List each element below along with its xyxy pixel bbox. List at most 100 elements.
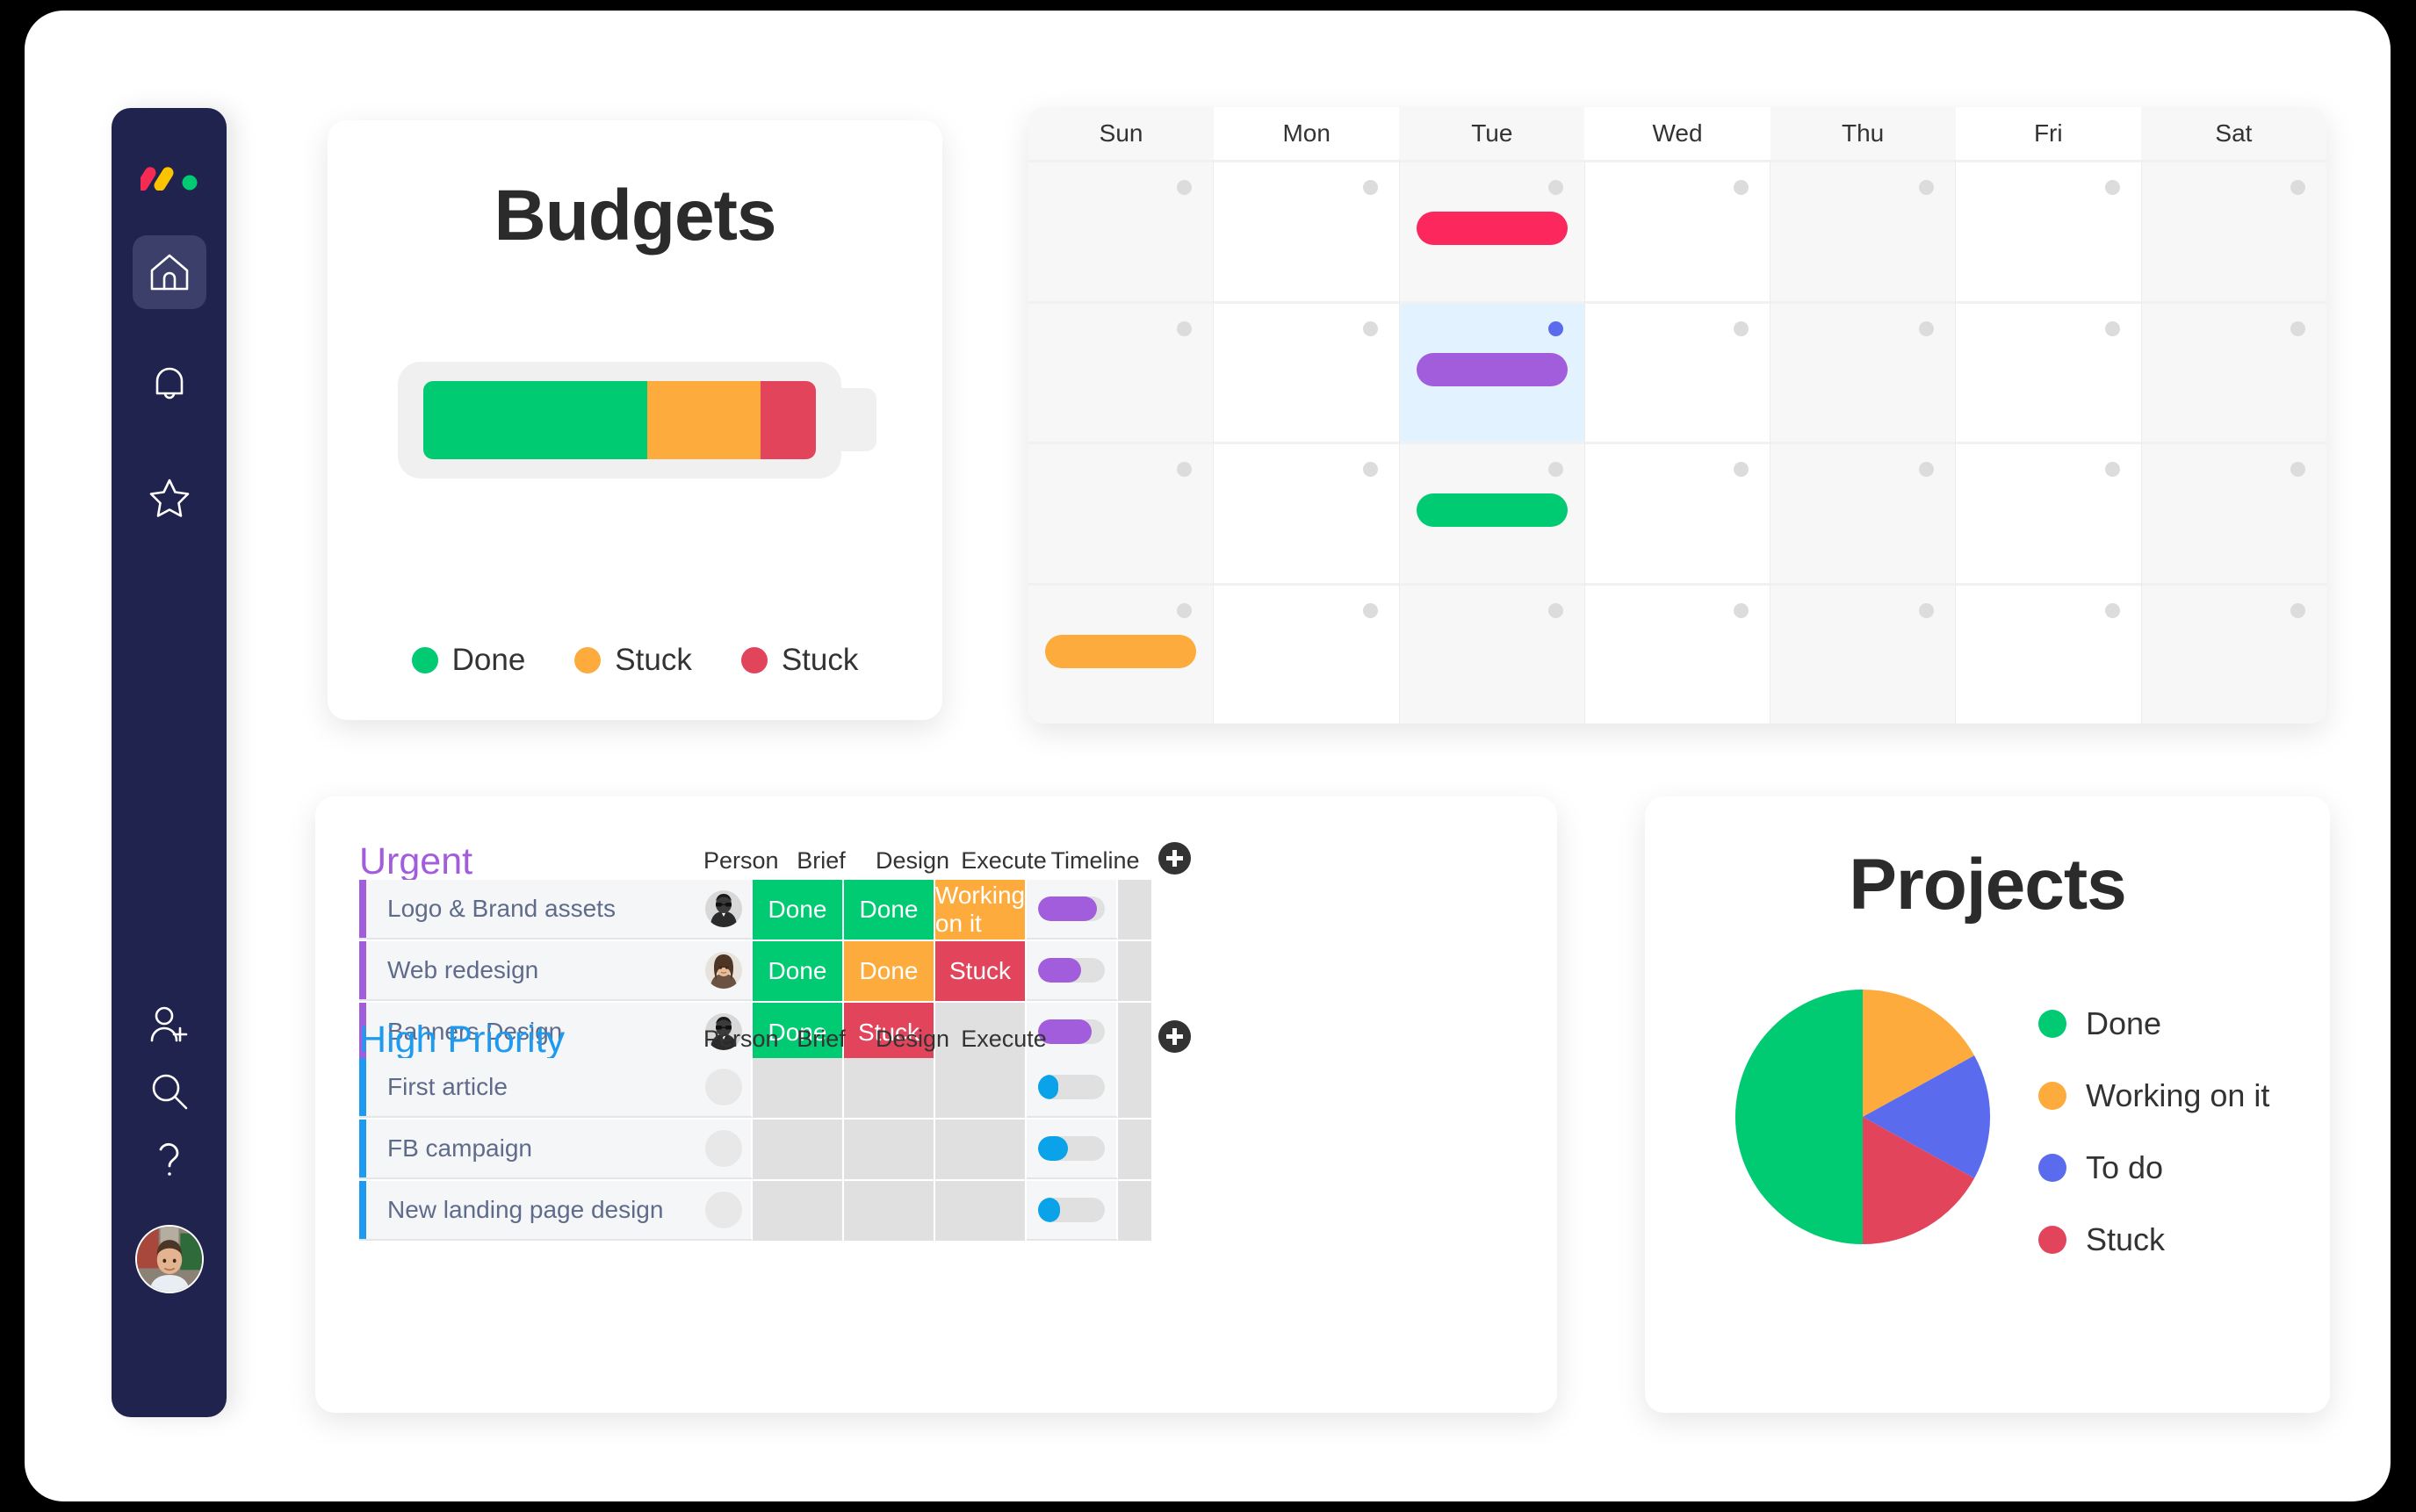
status-cell-brief[interactable] [753, 1120, 844, 1179]
avatar-placeholder [705, 1069, 742, 1105]
calendar-date-dot [1734, 462, 1749, 477]
person-cell[interactable] [696, 1058, 753, 1118]
calendar-cell-fri-3[interactable] [1956, 582, 2141, 724]
row-name-label: Logo & Brand assets [387, 895, 616, 922]
calendar-cell-fri-0[interactable] [1956, 160, 2141, 301]
calendar-cell-wed-2[interactable] [1584, 442, 1771, 583]
calendar-cell-mon-1[interactable] [1214, 300, 1399, 442]
row-name-cell[interactable]: Web redesign [359, 941, 696, 1001]
status-cell-design[interactable]: Done [844, 880, 935, 940]
add-column-button[interactable] [1158, 842, 1191, 875]
calendar-cell-mon-2[interactable] [1214, 442, 1399, 583]
status-cell-design[interactable] [844, 1181, 935, 1241]
timeline-cell[interactable] [1027, 1058, 1118, 1118]
legend-label: Working on it [2086, 1077, 2270, 1113]
status-cell-design[interactable] [844, 1058, 935, 1118]
legend-label: Done [451, 643, 526, 677]
calendar-cell-thu-2[interactable] [1771, 442, 1956, 583]
sidebar-item-notifications[interactable] [133, 348, 206, 421]
sidebar-item-help[interactable] [133, 1121, 206, 1195]
timeline-cell[interactable] [1027, 880, 1118, 940]
column-header-execute: Execute [961, 847, 1047, 874]
table-row [696, 1181, 1153, 1241]
calendar-cell-thu-3[interactable] [1771, 582, 1956, 724]
calendar-event-bar-event-green[interactable] [1416, 493, 1568, 527]
projects-pie-chart [1734, 989, 1991, 1245]
calendar-cell-thu-1[interactable] [1771, 300, 1956, 442]
sidebar-item-favorites[interactable] [133, 460, 206, 534]
row-accent-bar [359, 880, 366, 938]
calendar-day-header-mon: Mon [1282, 119, 1331, 147]
calendar-cell-mon-3[interactable] [1214, 582, 1399, 724]
calendar-cell-sun-1[interactable] [1028, 300, 1214, 442]
calendar-cell-fri-1[interactable] [1956, 300, 2141, 442]
calendar-event-bar-event-purple[interactable] [1416, 352, 1568, 386]
monday-logo[interactable] [140, 161, 198, 191]
calendar-cell-tue-3[interactable] [1399, 582, 1584, 724]
row-tail-cell [1118, 1003, 1153, 1062]
calendar-cell-tue-2[interactable] [1399, 442, 1584, 583]
add-column-button[interactable] [1158, 1020, 1191, 1053]
calendar-cell-sat-3[interactable] [2141, 582, 2326, 724]
budgets-legend-item-2: Stuck [740, 643, 858, 678]
calendar-cell-tue-1[interactable] [1399, 300, 1584, 442]
calendar-cell-wed-0[interactable] [1584, 160, 1771, 301]
person-cell[interactable] [696, 1120, 753, 1179]
person-cell[interactable] [696, 880, 753, 940]
calendar-cell-mon-0[interactable] [1214, 160, 1399, 301]
table-row [696, 1058, 1153, 1118]
calendar-day-header-sat: Sat [2140, 107, 2326, 160]
row-tail-cell [1118, 941, 1153, 1001]
calendar-cell-wed-1[interactable] [1584, 300, 1771, 442]
row-name-cell[interactable]: New landing page design [359, 1181, 696, 1241]
person-cell[interactable] [696, 941, 753, 1001]
legend-dot-icon [2038, 1154, 2066, 1182]
calendar-date-dot [1362, 462, 1378, 477]
calendar-event-bar-event-pink[interactable] [1416, 212, 1568, 245]
calendar-cell-sun-3[interactable] [1028, 582, 1214, 724]
status-cell-execute[interactable] [935, 1120, 1027, 1179]
avatar[interactable] [134, 1225, 204, 1293]
search-icon [152, 1074, 187, 1110]
status-cell-brief[interactable] [753, 1058, 844, 1118]
calendar-cell-sat-1[interactable] [2141, 300, 2326, 442]
table-row: Done Done Stuck [696, 941, 1153, 1001]
sidebar-item-home[interactable] [132, 235, 206, 309]
calendar-column-thu [1770, 160, 1956, 724]
status-cell-brief[interactable]: Done [753, 941, 844, 1001]
calendar-event-bar-event-orange[interactable] [1045, 634, 1197, 668]
calendar-date-dot [1734, 180, 1749, 195]
calendar-cell-tue-0[interactable] [1399, 160, 1584, 301]
status-cell-design[interactable] [844, 1120, 935, 1179]
status-cell-brief[interactable]: Done [753, 880, 844, 940]
sidebar-item-search[interactable] [133, 1055, 206, 1128]
row-name-cell[interactable]: Logo & Brand assets [359, 880, 696, 940]
sidebar-item-invite-members[interactable] [133, 988, 206, 1062]
row-name-cell[interactable]: First article [359, 1058, 696, 1118]
row-name-cell[interactable]: FB campaign [359, 1120, 696, 1179]
projects-card: Projects Done Working on it To do Stuck [1645, 796, 2330, 1413]
calendar-cell-sat-2[interactable] [2141, 442, 2326, 583]
calendar-cell-sun-0[interactable] [1028, 160, 1214, 301]
timeline-cell[interactable] [1027, 941, 1118, 1001]
projects-legend-item-3: Stuck [2038, 1204, 2269, 1276]
calendar-cell-sat-0[interactable] [2141, 160, 2326, 301]
status-cell-execute[interactable]: Working on it [935, 880, 1027, 940]
calendar-date-dot [1177, 180, 1193, 195]
person-cell[interactable] [696, 1181, 753, 1241]
legend-label: To do [2086, 1149, 2164, 1185]
calendar-cell-fri-2[interactable] [1956, 442, 2141, 583]
calendar-cell-sun-2[interactable] [1028, 442, 1214, 583]
timeline-fill [1038, 1075, 1058, 1099]
timeline-track [1038, 1075, 1105, 1099]
status-cell-execute[interactable] [935, 1058, 1027, 1118]
calendar-column-sat [2140, 160, 2326, 724]
timeline-cell[interactable] [1027, 1120, 1118, 1179]
status-cell-execute[interactable] [935, 1181, 1027, 1241]
status-cell-execute[interactable]: Stuck [935, 941, 1027, 1001]
calendar-cell-thu-0[interactable] [1771, 160, 1956, 301]
timeline-cell[interactable] [1027, 1181, 1118, 1241]
status-cell-design[interactable]: Done [844, 941, 935, 1001]
status-cell-brief[interactable] [753, 1181, 844, 1241]
calendar-cell-wed-3[interactable] [1584, 582, 1771, 724]
